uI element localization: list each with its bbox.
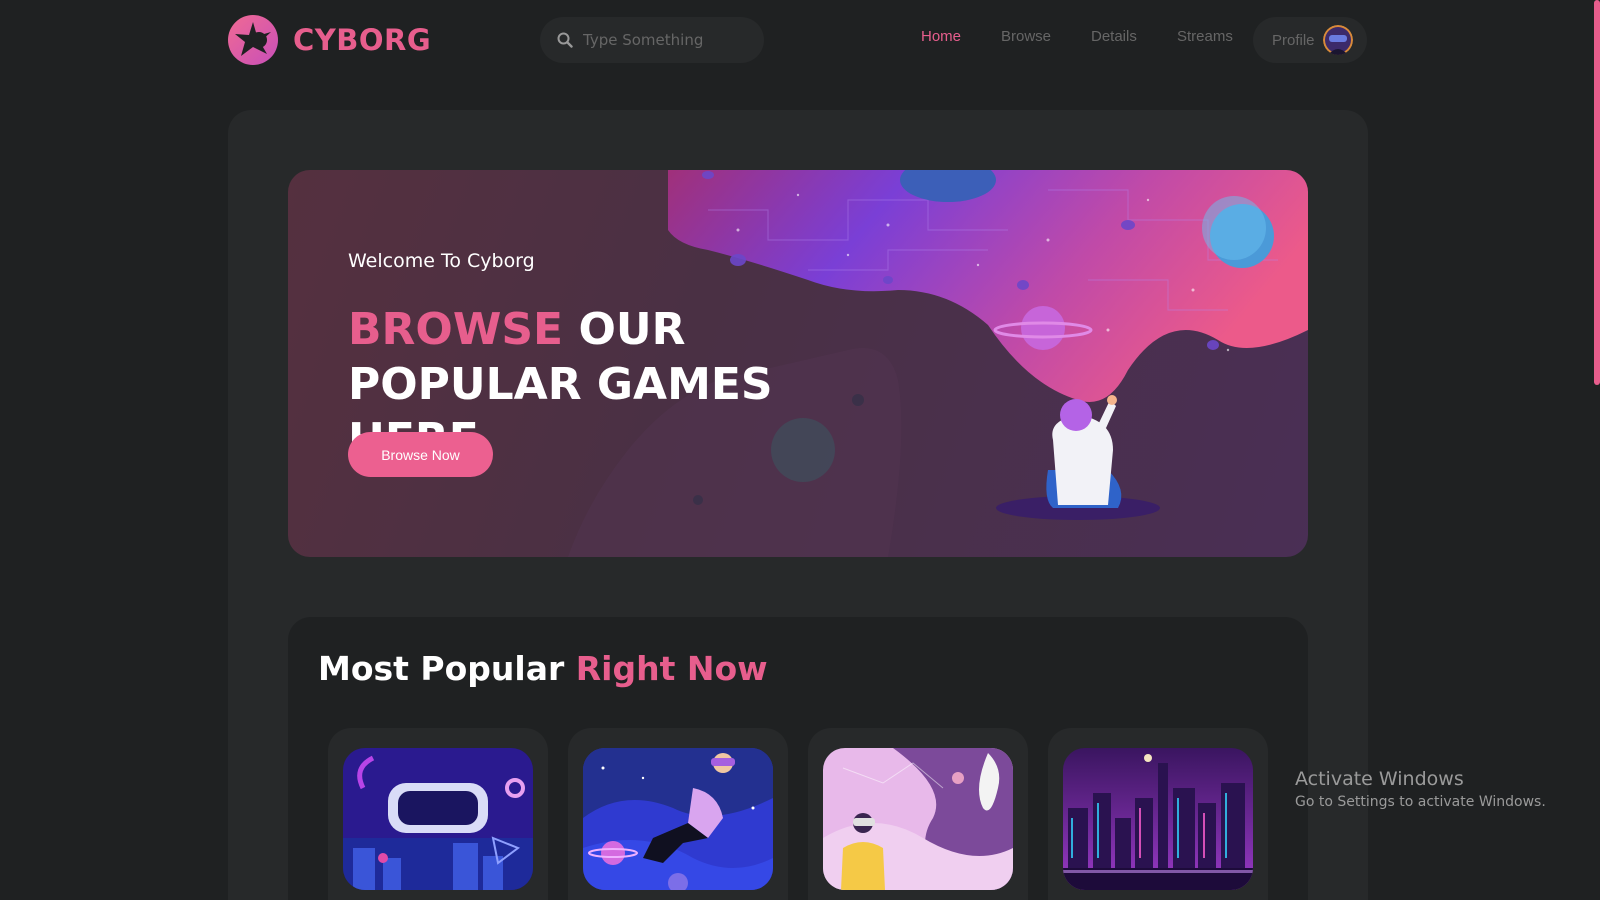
game-card[interactable] [328, 728, 548, 900]
hero-banner: Welcome To Cyborg BROWSE OUR POPULAR GAM… [288, 170, 1308, 557]
game-card[interactable] [808, 728, 1028, 900]
section-title-plain: Most Popular [318, 649, 565, 688]
game-thumbnail[interactable] [583, 748, 773, 890]
neon-city-image [1063, 748, 1253, 890]
game-thumbnail[interactable] [1063, 748, 1253, 890]
watermark-title: Activate Windows [1295, 768, 1464, 790]
game-card[interactable] [1048, 728, 1268, 900]
section-title-highlight: Right Now [575, 649, 768, 688]
vr-headset-city-image [343, 748, 533, 890]
game-thumbnail[interactable] [823, 748, 1013, 890]
avatar [1322, 25, 1353, 55]
nav-browse-link[interactable]: Browse [1001, 28, 1051, 45]
game-card[interactable] [568, 728, 788, 900]
game-thumbnail[interactable] [343, 748, 533, 890]
profile-button[interactable]: Profile [1253, 17, 1367, 63]
floating-vr-player-image [583, 748, 773, 890]
banner-heading-rest: OUR [578, 304, 686, 355]
page-scrollbar[interactable] [1594, 0, 1600, 900]
top-header: CYBORG Home Browse Details Streams Profi… [0, 0, 1600, 82]
windows-activation-watermark: Activate Windows Go to Settings to activ… [1295, 768, 1546, 810]
banner-heading-highlight: BROWSE [348, 304, 564, 355]
browse-now-button[interactable]: Browse Now [348, 432, 493, 477]
most-popular-section: Most Popular Right Now [288, 617, 1308, 900]
profile-label: Profile [1272, 31, 1315, 49]
nav-details-link[interactable]: Details [1091, 28, 1137, 45]
main-content: Welcome To Cyborg BROWSE OUR POPULAR GAM… [228, 110, 1368, 900]
nav-streams-link[interactable]: Streams [1177, 28, 1233, 45]
watermark-subtitle: Go to Settings to activate Windows. [1295, 794, 1546, 810]
section-title: Most Popular Right Now [318, 649, 768, 688]
banner-welcome-text: Welcome To Cyborg [348, 250, 535, 272]
nav-home-link[interactable]: Home [921, 28, 961, 45]
scrollbar-thumb[interactable] [1594, 0, 1600, 385]
girl-stargazing-image [823, 748, 1013, 890]
